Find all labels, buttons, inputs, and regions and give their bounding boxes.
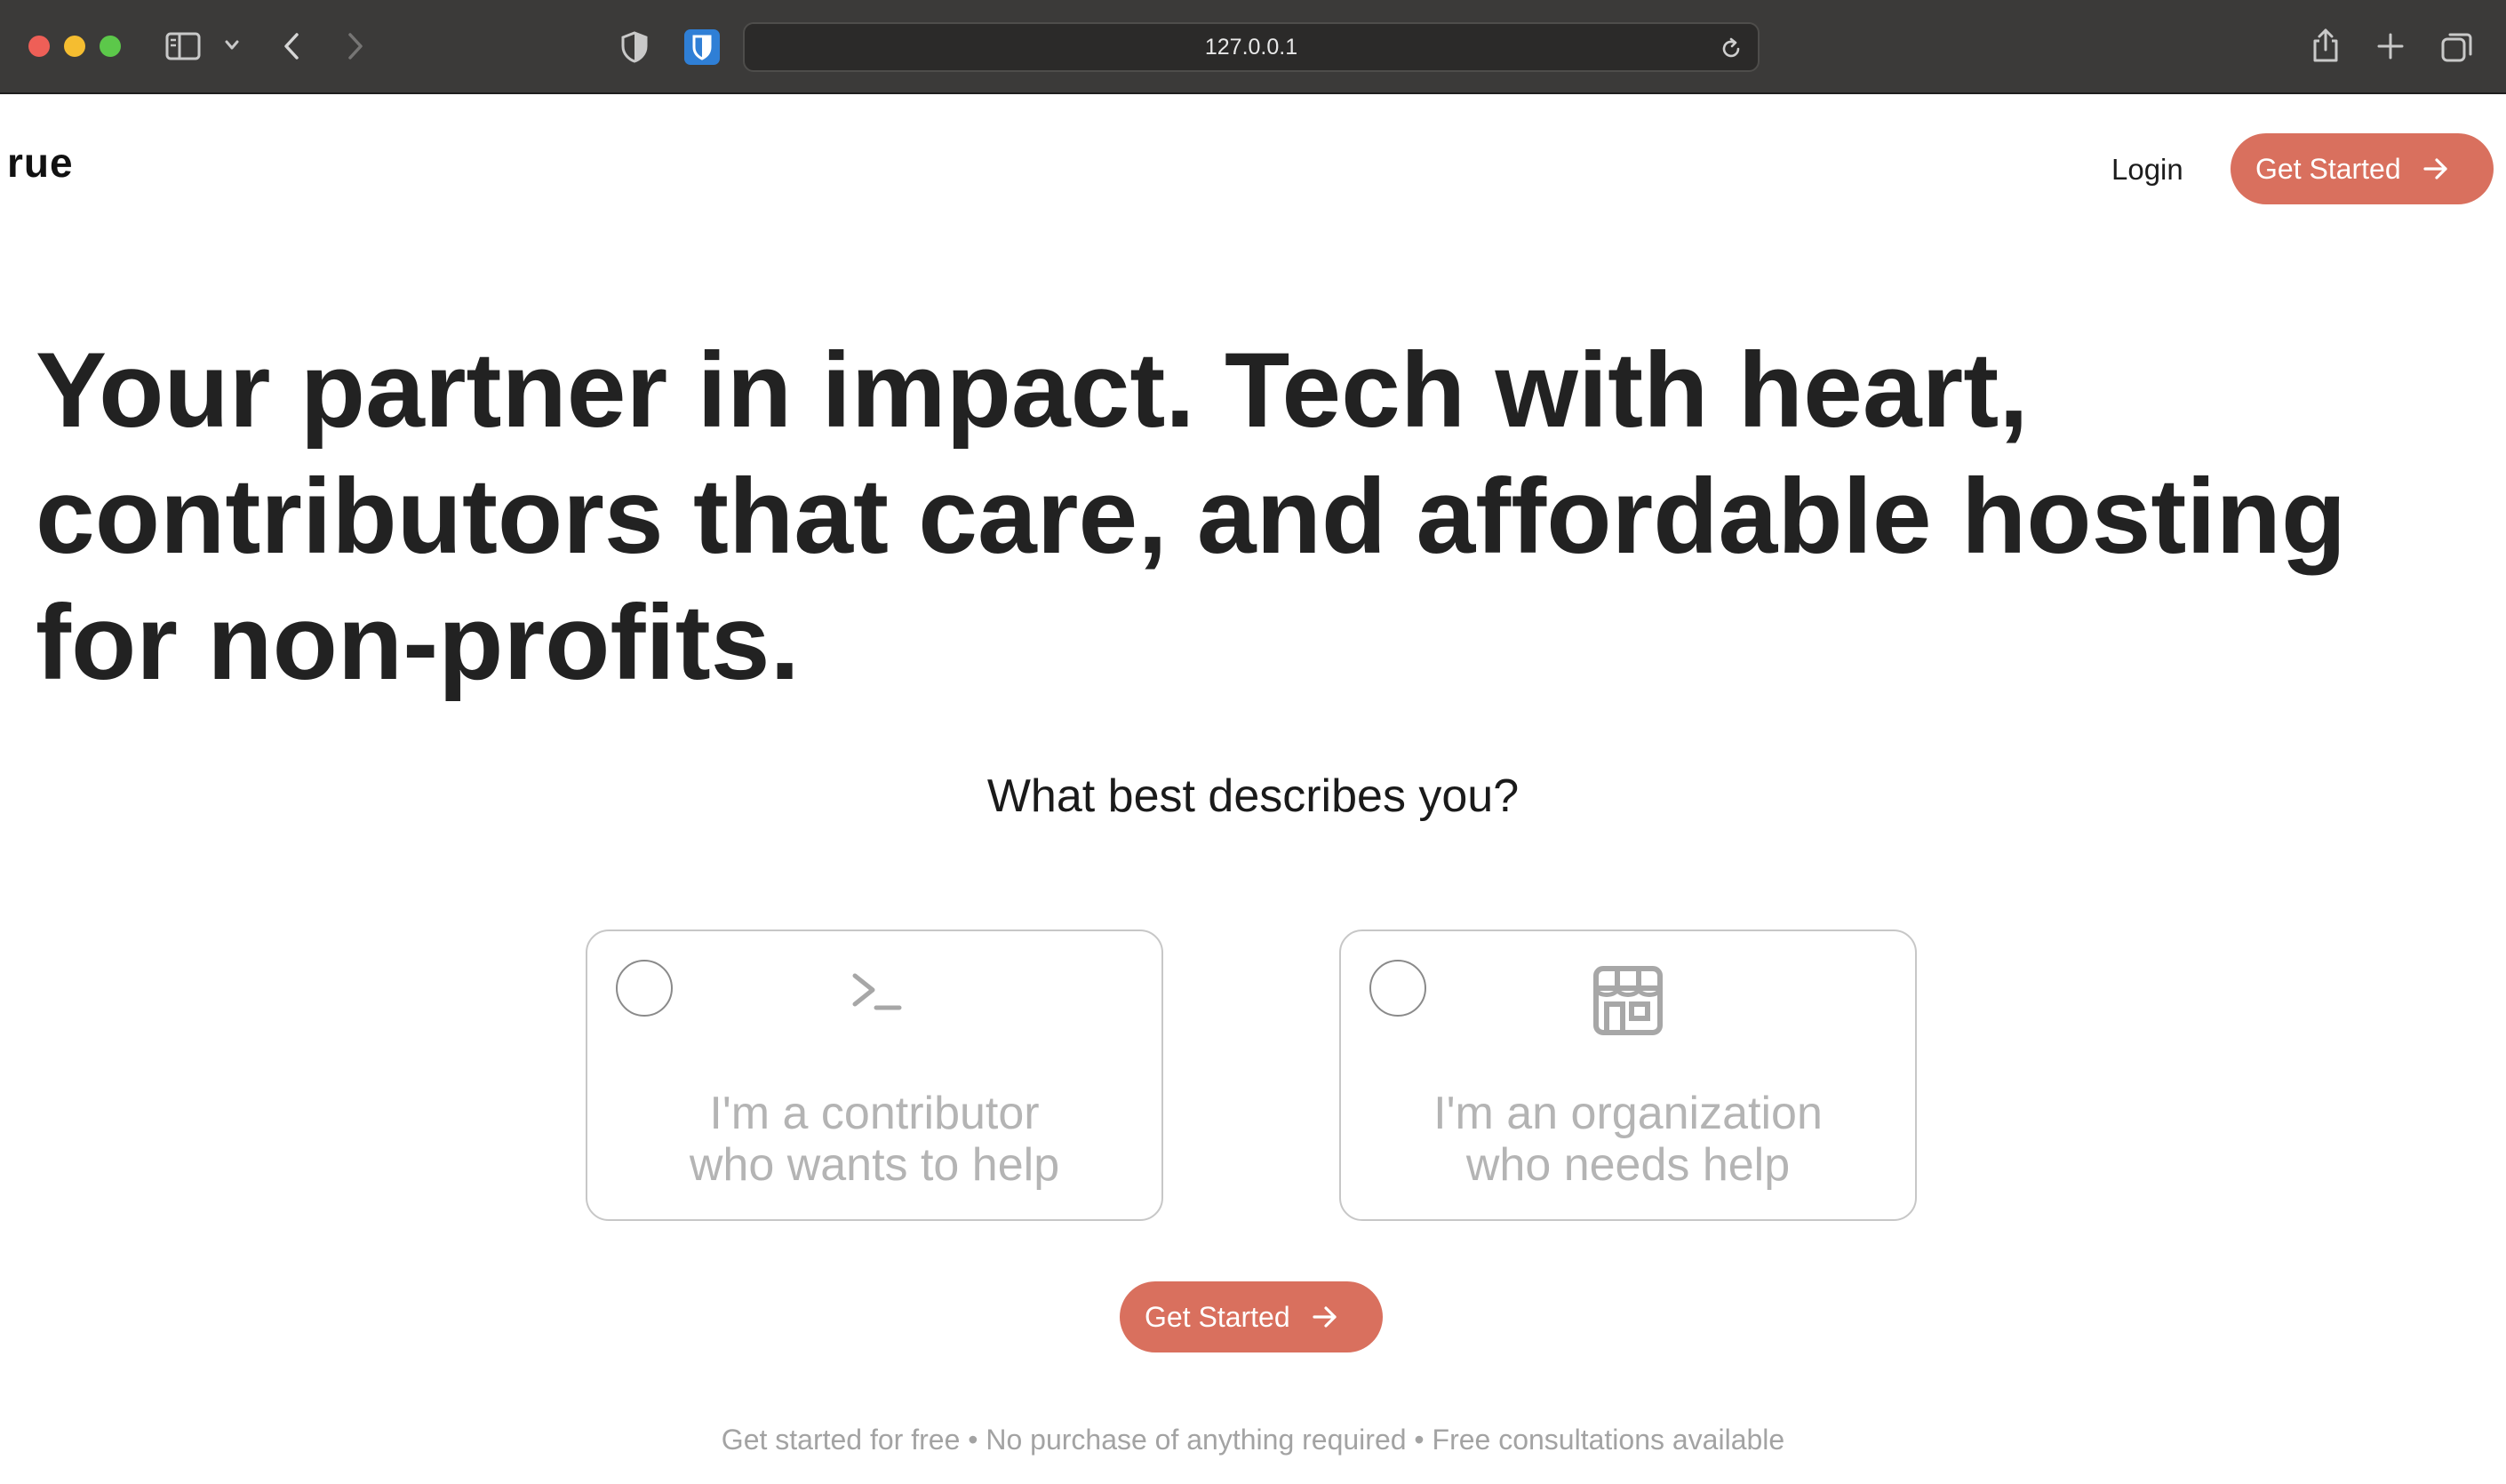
chevron-down-icon[interactable] — [224, 39, 240, 52]
new-tab-icon[interactable] — [2376, 32, 2405, 60]
organization-option-line1: I'm an organization — [1433, 1088, 1823, 1139]
organization-option-text: I'm an organization who needs help — [1341, 1088, 1915, 1191]
browser-toolbar: 127.0.0.1 — [0, 0, 2506, 94]
privacy-shield-icon[interactable] — [620, 30, 649, 64]
hero-headline: Your partner in impact. Tech with heart,… — [36, 331, 2347, 702]
header-get-started-label: Get Started — [2255, 152, 2401, 185]
bitwarden-icon[interactable] — [684, 29, 720, 65]
audience-question: What best describes you? — [986, 770, 1520, 822]
forward-icon[interactable] — [345, 30, 366, 62]
reload-icon[interactable] — [1719, 36, 1744, 66]
get-started-button[interactable]: Get Started — [1120, 1281, 1383, 1352]
signup-footnote: Get started for free • No purchase of an… — [721, 1424, 1785, 1456]
back-icon[interactable] — [281, 30, 302, 62]
address-text: 127.0.0.1 — [1204, 34, 1298, 60]
contributor-option-card[interactable]: I'm a contributor who wants to help — [586, 929, 1163, 1221]
arrow-right-icon — [1312, 1305, 1338, 1328]
tabs-overview-icon[interactable] — [2440, 30, 2474, 64]
terminal-icon — [587, 963, 1161, 1020]
minimize-window-button[interactable] — [64, 36, 85, 57]
close-window-button[interactable] — [28, 36, 50, 57]
site-logo[interactable]: rue — [7, 139, 74, 187]
contributor-option-line1: I'm a contributor — [709, 1088, 1040, 1139]
sidebar-icon[interactable] — [165, 30, 201, 62]
login-link[interactable]: Login — [2111, 153, 2183, 187]
contributor-option-text: I'm a contributor who wants to help — [587, 1088, 1161, 1191]
zoom-window-button[interactable] — [100, 36, 121, 57]
arrow-right-icon — [2422, 157, 2449, 180]
page: rue Login Get Started Your partner in im… — [0, 94, 2506, 1484]
share-icon[interactable] — [2310, 27, 2341, 64]
organization-option-line2: who needs help — [1465, 1139, 1791, 1191]
contributor-option-line2: who wants to help — [689, 1139, 1060, 1191]
header-get-started-button[interactable]: Get Started — [2231, 133, 2494, 204]
address-bar[interactable]: 127.0.0.1 — [743, 22, 1760, 72]
get-started-label: Get Started — [1145, 1300, 1290, 1333]
organization-option-card[interactable]: I'm an organization who needs help — [1339, 929, 1917, 1221]
storefront-icon — [1341, 963, 1915, 1038]
